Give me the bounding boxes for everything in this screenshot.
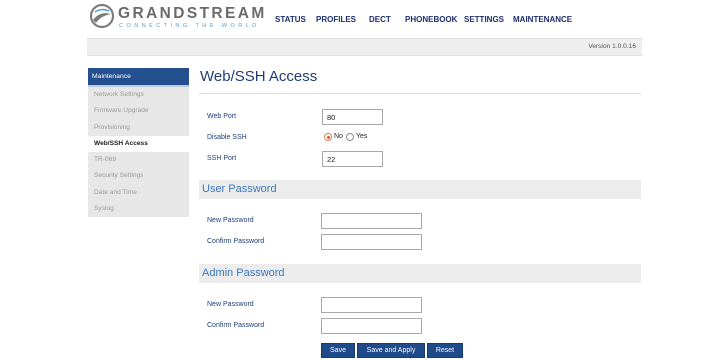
firmware-version: Version 1.0.0.16 <box>588 43 636 50</box>
sidebar-item-tr-069[interactable]: TR-069 <box>88 152 189 168</box>
sidebar-item-provisioning[interactable]: Provisioning <box>88 120 189 136</box>
user-new-password-label: New Password <box>207 217 254 224</box>
admin-password-section: Admin Password <box>199 264 641 283</box>
save-and-apply-button[interactable]: Save and Apply <box>357 343 425 358</box>
brand-tagline: CONNECTING THE WORLD <box>119 23 260 29</box>
user-confirm-password-label: Confirm Password <box>207 238 265 245</box>
user-password-title: User Password <box>202 183 277 195</box>
reset-button[interactable]: Reset <box>427 343 463 358</box>
sidebar: Maintenance Network Settings Firmware Up… <box>88 68 189 217</box>
user-confirm-password-input[interactable] <box>321 234 422 250</box>
user-password-section: User Password <box>199 180 641 199</box>
nav-maintenance[interactable]: MAINTENANCE <box>513 15 572 24</box>
sidebar-item-firmware-upgrade[interactable]: Firmware Upgrade <box>88 103 189 119</box>
sidebar-item-web-ssh-access[interactable]: Web/SSH Access <box>88 135 189 153</box>
admin-confirm-password-input[interactable] <box>321 318 422 334</box>
brand-name: GRANDSTREAM <box>118 5 267 22</box>
sidebar-item-network-settings[interactable]: Network Settings <box>88 87 189 103</box>
nav-phonebook[interactable]: PHONEBOOK <box>405 15 457 24</box>
sidebar-item-date-and-time[interactable]: Date and Time <box>88 185 189 201</box>
nav-settings[interactable]: SETTINGS <box>464 15 504 24</box>
disable-ssh-yes-label: Yes <box>356 132 368 140</box>
web-port-label: Web Port <box>207 113 237 120</box>
admin-confirm-password-label: Confirm Password <box>207 322 265 329</box>
user-new-password-input[interactable] <box>321 213 422 229</box>
brand-logo[interactable]: GRANDSTREAM CONNECTING THE WORLD <box>90 4 265 32</box>
nav-status[interactable]: STATUS <box>275 15 306 24</box>
ssh-port-label: SSH Port <box>207 155 237 162</box>
ssh-port-input[interactable] <box>322 151 383 167</box>
disable-ssh-no-radio[interactable] <box>324 133 332 141</box>
nav-profiles[interactable]: PROFILES <box>316 15 356 24</box>
disable-ssh-label: Disable SSH <box>207 134 247 141</box>
admin-new-password-label: New Password <box>207 301 254 308</box>
sidebar-item-syslog[interactable]: Syslog <box>88 201 189 217</box>
web-port-input[interactable] <box>322 109 383 125</box>
version-bar: Version 1.0.0.16 <box>87 38 642 56</box>
grandstream-logo-icon <box>90 4 114 28</box>
disable-ssh-no-label: No <box>334 132 343 140</box>
admin-new-password-input[interactable] <box>321 297 422 313</box>
sidebar-item-security-settings[interactable]: Security Settings <box>88 168 189 184</box>
admin-password-title: Admin Password <box>202 267 285 279</box>
save-button[interactable]: Save <box>321 343 355 358</box>
page-title: Web/SSH Access <box>200 68 318 85</box>
nav-dect[interactable]: DECT <box>369 15 391 24</box>
disable-ssh-yes-radio[interactable] <box>346 133 354 141</box>
title-divider <box>199 93 641 94</box>
sidebar-header: Maintenance <box>88 68 189 87</box>
